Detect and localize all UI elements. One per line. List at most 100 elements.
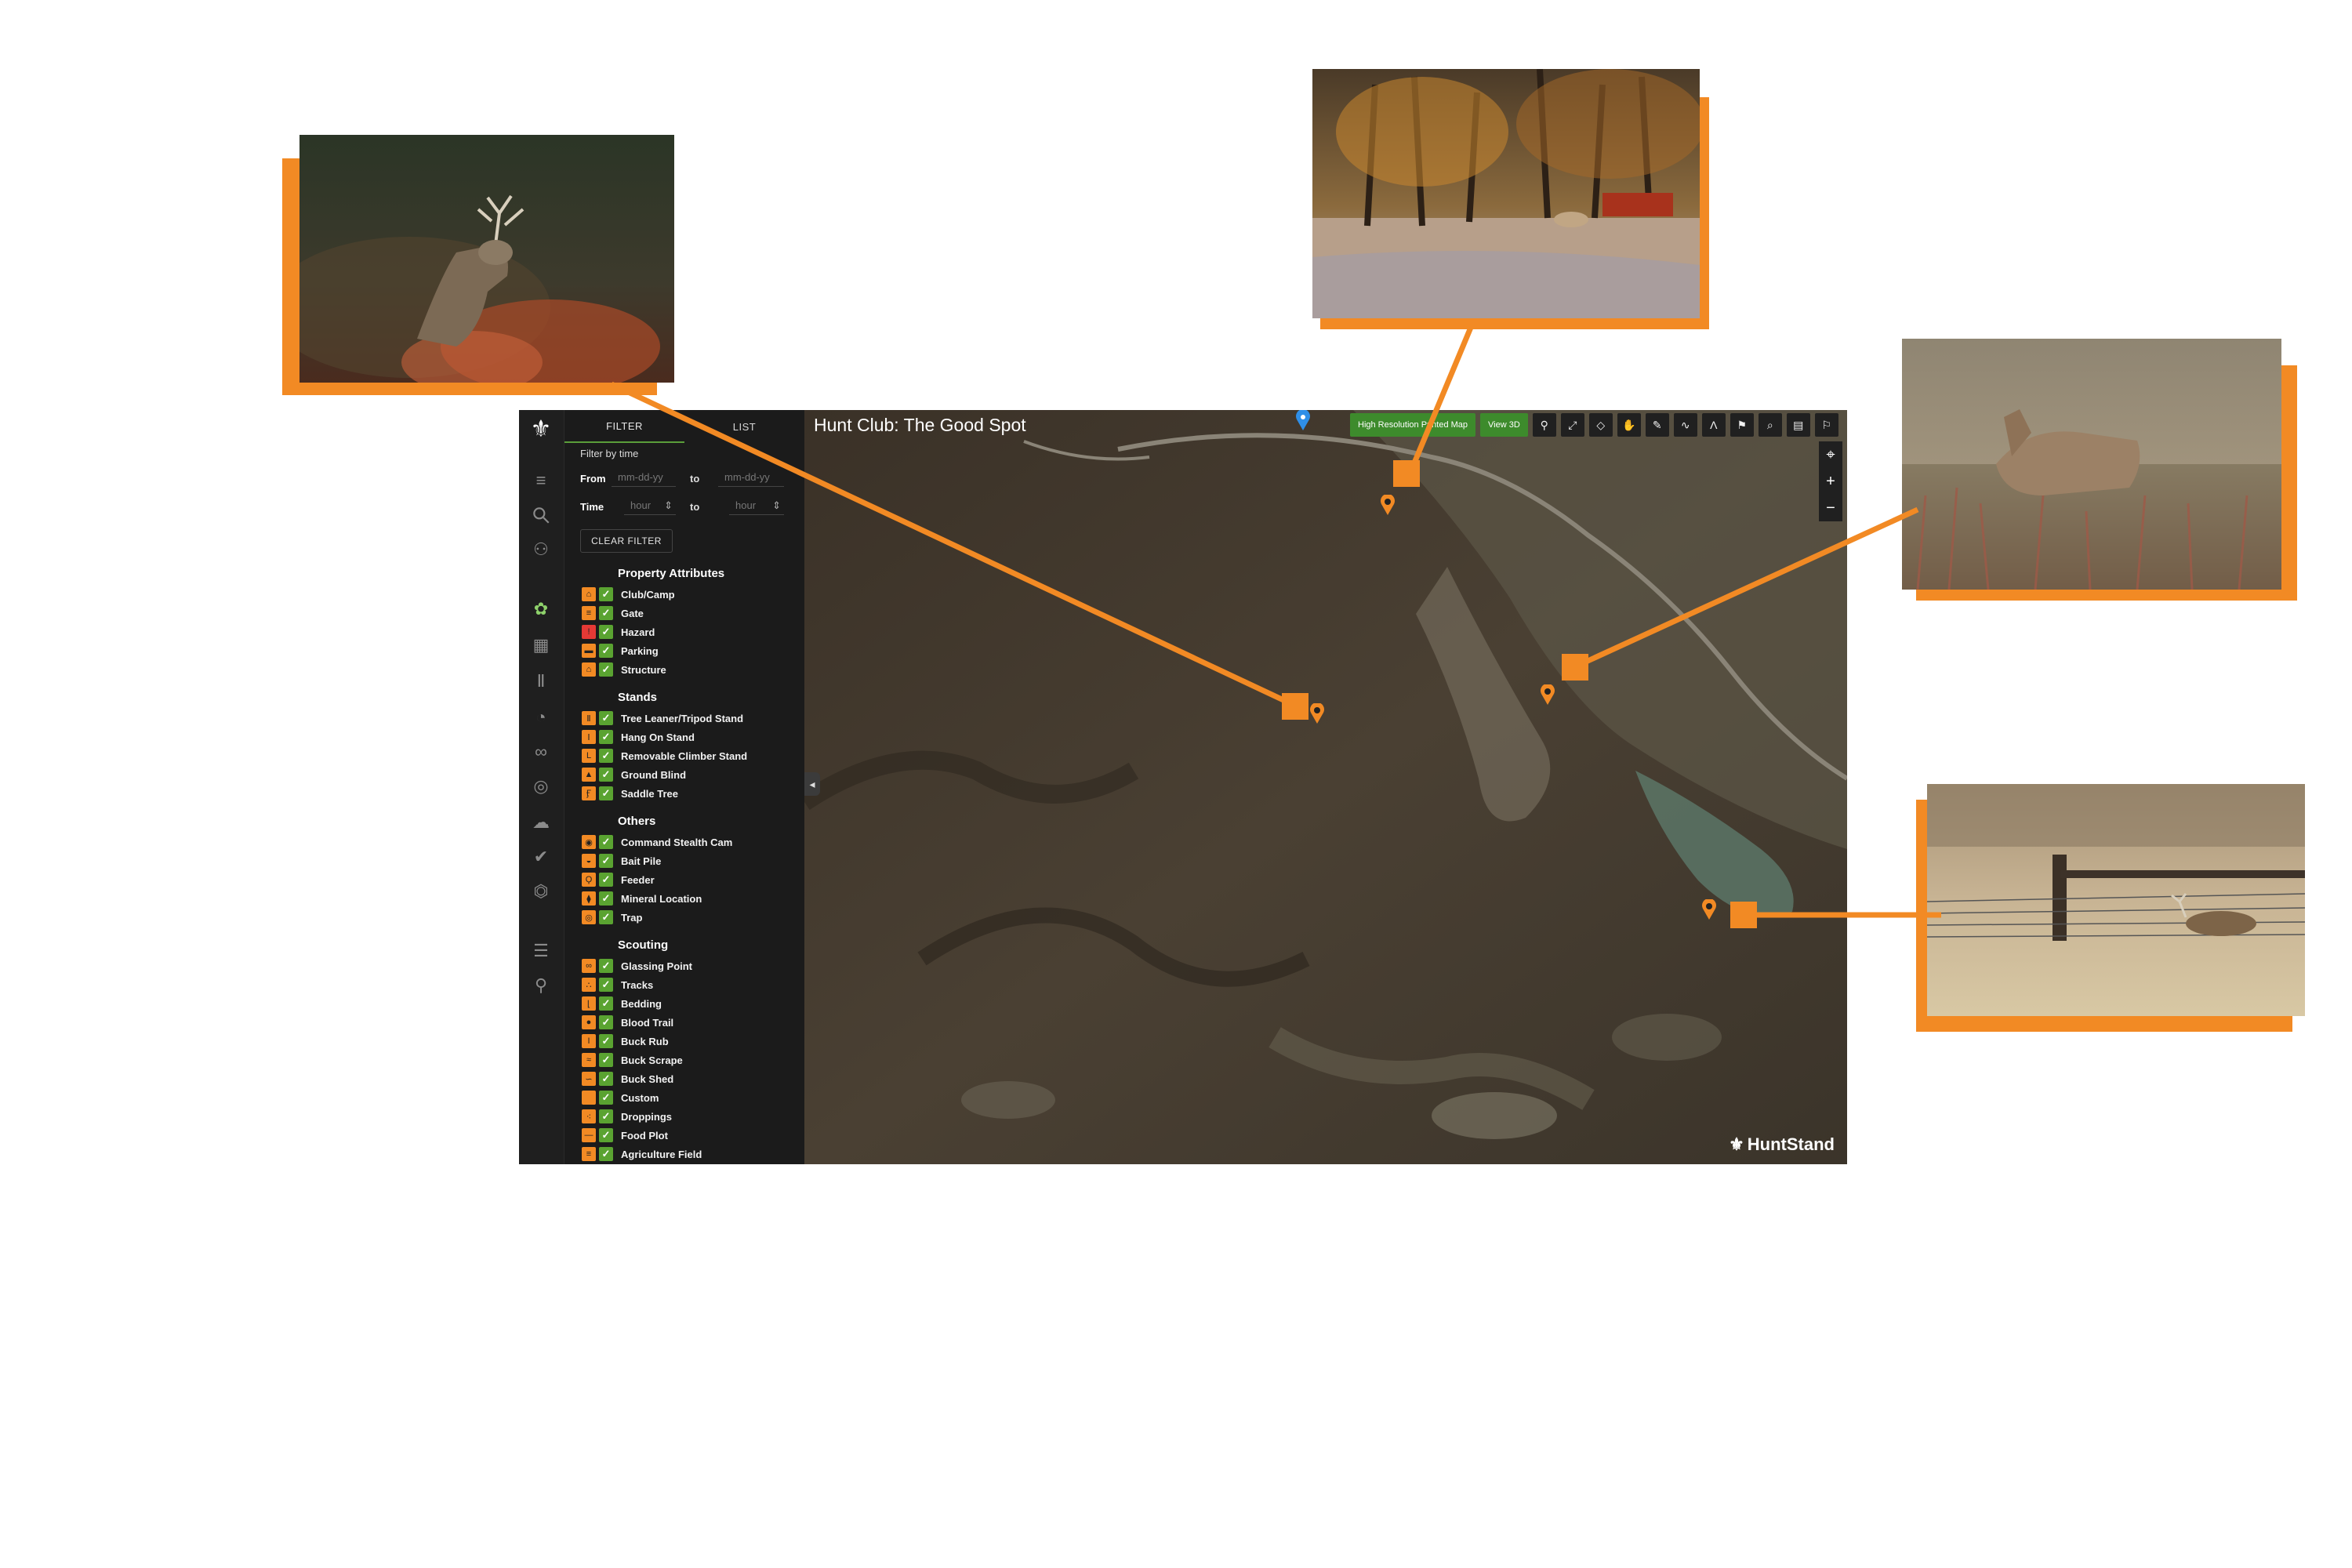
locate-icon[interactable]: ⌖ <box>1819 441 1842 468</box>
layers-icon[interactable]: ▤ <box>1786 413 1810 437</box>
binoculars-icon[interactable]: ∞ <box>528 739 554 764</box>
checkbox-checked[interactable]: ✓ <box>599 996 613 1011</box>
list-item[interactable]: ▲ ✓ Ground Blind <box>582 766 793 783</box>
to-date-input[interactable]: mm-dd-yy <box>718 468 784 487</box>
checkbox-checked[interactable]: ✓ <box>599 786 613 800</box>
polygon-icon[interactable]: ◇ <box>1588 413 1613 437</box>
checkbox-checked[interactable]: ✓ <box>599 749 613 763</box>
stand-marker-icon[interactable] <box>1309 703 1325 724</box>
checkbox-checked[interactable]: ✓ <box>599 1034 613 1048</box>
calendar-icon[interactable]: ▦ <box>528 633 554 658</box>
checkbox-checked[interactable]: ✓ <box>599 1072 613 1086</box>
list-item[interactable]: ✓ Custom <box>582 1089 793 1106</box>
forest-icon[interactable]: ⏣ <box>528 879 554 904</box>
clear-filter-button[interactable]: CLEAR FILTER <box>580 529 673 553</box>
expand-icon[interactable]: ⤢ <box>1560 413 1584 437</box>
stepper-icon[interactable]: ⇕ <box>664 499 673 512</box>
checkbox-checked[interactable]: ✓ <box>599 711 613 725</box>
zoom-in-button[interactable]: + <box>1819 468 1842 495</box>
checkbox-checked[interactable]: ✓ <box>599 1015 613 1029</box>
route-icon[interactable]: Λ <box>1701 413 1726 437</box>
checkbox-checked[interactable]: ✓ <box>599 1109 613 1123</box>
checkbox-checked[interactable]: ✓ <box>599 978 613 992</box>
flag-icon[interactable]: ⚐ <box>1814 413 1838 437</box>
from-date-input[interactable]: mm-dd-yy <box>612 468 676 487</box>
list-item[interactable]: L ✓ Removable Climber Stand <box>582 747 793 764</box>
checkbox-checked[interactable]: ✓ <box>599 910 613 924</box>
check-circle-icon[interactable]: ✔ <box>528 844 554 869</box>
list-item[interactable]: — ✓ Food Plot <box>582 1127 793 1144</box>
checkbox-checked[interactable]: ✓ <box>599 606 613 620</box>
list-item[interactable]: ◉ ✓ Command Stealth Cam <box>582 833 793 851</box>
checkbox-checked[interactable]: ✓ <box>599 835 613 849</box>
pencil-icon[interactable]: ✎ <box>1645 413 1669 437</box>
feeder-marker-icon[interactable] <box>1540 684 1555 705</box>
map-layers-icon[interactable]: ✿ <box>528 597 554 622</box>
hand-icon[interactable]: ✋ <box>1617 413 1641 437</box>
menu-icon[interactable]: ≡ <box>528 468 554 493</box>
list-item[interactable]: ⌂ ✓ Structure <box>582 661 793 678</box>
club-camp-marker-icon[interactable] <box>1380 495 1396 515</box>
group-icon[interactable]: ⚇ <box>528 537 554 562</box>
list-item[interactable]: ≡ ✓ Agriculture Field <box>582 1145 793 1163</box>
checkbox-checked[interactable]: ✓ <box>599 662 613 677</box>
list-item[interactable]: ∽ ✓ Buck Shed <box>582 1070 793 1087</box>
target-icon[interactable]: ◎ <box>528 774 554 799</box>
checkbox-checked[interactable]: ✓ <box>599 768 613 782</box>
list-item[interactable]: Ⅰ ✓ Hang On Stand <box>582 728 793 746</box>
checkbox-checked[interactable]: ✓ <box>599 644 613 658</box>
checkbox-checked[interactable]: ✓ <box>599 730 613 744</box>
list-item[interactable]: ≡ ✓ Gate <box>582 604 793 622</box>
from-hour-input[interactable]: hour ⇕ <box>624 496 676 515</box>
flag-box-icon[interactable]: ⚑ <box>1730 413 1754 437</box>
pin-icon[interactable]: ⚲ <box>1532 413 1556 437</box>
collapse-panel-button[interactable]: ◂ <box>804 772 820 796</box>
filter-heading: Filter by time <box>580 448 639 459</box>
list-item[interactable]: ⌊ ✓ Bedding <box>582 995 793 1012</box>
list-item[interactable]: ⁖ ✓ Droppings <box>582 1108 793 1125</box>
zoom-out-button[interactable]: − <box>1819 495 1842 521</box>
location-pin-icon[interactable] <box>1295 410 1311 430</box>
add-user-icon[interactable]: ⚲ <box>528 973 554 998</box>
checkbox-checked[interactable]: ✓ <box>599 959 613 973</box>
search-icon[interactable]: ⌕ <box>1758 413 1782 437</box>
list-item[interactable]: Ӻ ✓ Saddle Tree <box>582 785 793 802</box>
list-item[interactable]: ≈ ✓ Buck Scrape <box>582 1051 793 1069</box>
checkbox-checked[interactable]: ✓ <box>599 854 613 868</box>
list-item[interactable]: ∴ ✓ Tracks <box>582 976 793 993</box>
list-item[interactable]: ▬ ✓ Parking <box>582 642 793 659</box>
checkbox-checked[interactable]: ✓ <box>599 587 613 601</box>
tab-list[interactable]: LIST <box>684 410 804 443</box>
checkbox-checked[interactable]: ✓ <box>599 1091 613 1105</box>
bait-pile-marker-icon[interactable] <box>1701 899 1717 920</box>
list-item[interactable]: ◎ ✓ Trap <box>582 909 793 926</box>
checkbox-checked[interactable]: ✓ <box>599 873 613 887</box>
view-3d-button[interactable]: View 3D <box>1480 413 1528 437</box>
print-map-button[interactable]: High Resolution Printed Map <box>1350 413 1476 437</box>
tab-filter[interactable]: FILTER <box>564 410 684 443</box>
list-item[interactable]: ● ✓ Blood Trail <box>582 1014 793 1031</box>
checkbox-checked[interactable]: ✓ <box>599 891 613 906</box>
checkbox-checked[interactable]: ✓ <box>599 1147 613 1161</box>
deer-icon[interactable]: ◔ <box>528 705 554 730</box>
line-icon[interactable]: ∿ <box>1673 413 1697 437</box>
list-item[interactable]: ⧫ ✓ Mineral Location <box>582 890 793 907</box>
list-item[interactable]: ◒ ✓ Bait Pile <box>582 852 793 869</box>
list-item[interactable]: Ϙ ✓ Feeder <box>582 871 793 888</box>
checkbox-checked[interactable]: ✓ <box>599 1128 613 1142</box>
weather-icon[interactable]: ☁ <box>528 810 554 835</box>
list-item[interactable]: Ⅱ ✓ Tree Leaner/Tripod Stand <box>582 710 793 727</box>
satellite-map[interactable]: Hunt Club: The Good Spot High Resolution… <box>804 410 1847 1164</box>
search-icon[interactable] <box>528 503 554 528</box>
huntstand-logo-icon[interactable]: ⚜ <box>528 416 554 442</box>
list-item[interactable]: ! ✓ Hazard <box>582 623 793 641</box>
settings-sliders-icon[interactable]: ☰ <box>528 938 554 964</box>
stand-icon[interactable]: Ⅱ <box>528 669 554 694</box>
list-item[interactable]: ∞ ✓ Glassing Point <box>582 957 793 975</box>
checkbox-checked[interactable]: ✓ <box>599 625 613 639</box>
stepper-icon[interactable]: ⇕ <box>772 499 781 512</box>
checkbox-checked[interactable]: ✓ <box>599 1053 613 1067</box>
to-hour-input[interactable]: hour ⇕ <box>729 496 784 515</box>
list-item[interactable]: Ι ✓ Buck Rub <box>582 1033 793 1050</box>
list-item[interactable]: ⌂ ✓ Club/Camp <box>582 586 793 603</box>
